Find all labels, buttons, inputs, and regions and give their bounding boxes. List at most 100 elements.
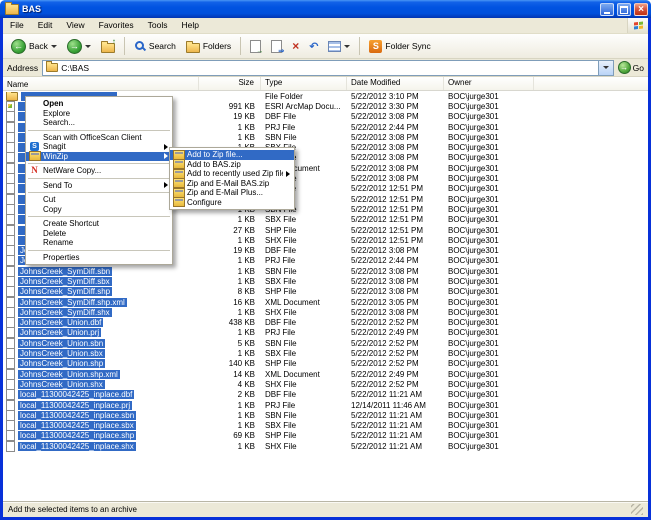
views-button[interactable] bbox=[324, 40, 354, 53]
menu-favorites[interactable]: Favorites bbox=[92, 18, 141, 33]
file-row[interactable]: JohnsCreek_Union.shx4 KBSHX File5/22/201… bbox=[3, 379, 648, 389]
close-button[interactable] bbox=[634, 3, 648, 16]
copy-to-button[interactable] bbox=[267, 39, 286, 54]
column-header-date[interactable]: Date Modified bbox=[347, 77, 444, 90]
back-button[interactable]: Back bbox=[7, 38, 61, 55]
menu-item-copy[interactable]: Copy bbox=[26, 205, 172, 215]
file-row[interactable]: local_11300042425_inplace.shp69 KBSHP Fi… bbox=[3, 431, 648, 441]
file-date: 5/22/2012 3:08 PM bbox=[347, 143, 444, 152]
file-row[interactable]: JohnsCreek_Union.shp140 KBSHP File5/22/2… bbox=[3, 359, 648, 369]
menu-item-configure[interactable]: Configure bbox=[170, 198, 294, 208]
menu-item-label: Search... bbox=[43, 118, 168, 127]
menu-help[interactable]: Help bbox=[174, 18, 205, 33]
column-header-size[interactable]: Size bbox=[199, 77, 261, 90]
file-type: SHX File bbox=[261, 308, 347, 317]
toolbar-separator bbox=[124, 37, 125, 55]
column-header-name[interactable]: Name bbox=[3, 77, 199, 90]
views-dropdown-icon[interactable] bbox=[344, 45, 350, 48]
menu-item-open[interactable]: Open bbox=[26, 99, 172, 109]
maximize-button[interactable] bbox=[617, 3, 631, 16]
file-row[interactable]: local_11300042425_inplace.prj1 KBPRJ Fil… bbox=[3, 400, 648, 410]
menu-item-send-to[interactable]: Send To bbox=[26, 181, 172, 191]
file-date: 5/22/2012 2:49 PM bbox=[347, 328, 444, 337]
address-dropdown-button[interactable] bbox=[598, 61, 613, 75]
folders-button[interactable]: Folders bbox=[182, 39, 235, 54]
resize-grip[interactable] bbox=[631, 504, 643, 515]
menu-item-scan-with-officescan-client[interactable]: Scan with OfficeScan Client bbox=[26, 133, 172, 143]
file-date: 5/22/2012 11:21 AM bbox=[347, 390, 444, 399]
file-type: SHP File bbox=[261, 226, 347, 235]
forward-dropdown-icon[interactable] bbox=[85, 45, 91, 48]
menu-item-rename[interactable]: Rename bbox=[26, 238, 172, 248]
address-folder-icon bbox=[46, 63, 58, 72]
file-row[interactable]: JohnsCreek_SymDiff.shp8 KBSHP File5/22/2… bbox=[3, 287, 648, 297]
minimize-button[interactable] bbox=[600, 3, 614, 16]
file-row[interactable]: JohnsCreek_SymDiff.sbx1 KBSBX File5/22/2… bbox=[3, 276, 648, 286]
undo-button[interactable]: ↶ bbox=[305, 40, 322, 53]
menu-item-explore[interactable]: Explore bbox=[26, 109, 172, 119]
file-type: SBN File bbox=[261, 411, 347, 420]
menu-view[interactable]: View bbox=[59, 18, 91, 33]
file-row[interactable]: JohnsCreek_Union.sbn5 KBSBN File5/22/201… bbox=[3, 338, 648, 348]
file-date: 5/22/2012 3:08 PM bbox=[347, 246, 444, 255]
file-size: 5 KB bbox=[199, 339, 261, 348]
file-owner: BOC\jurge301 bbox=[444, 246, 534, 255]
file-size: 19 KB bbox=[199, 246, 261, 255]
file-type: SHX File bbox=[261, 236, 347, 245]
menu-edit[interactable]: Edit bbox=[31, 18, 60, 33]
file-row[interactable]: JohnsCreek_Union.prj1 KBPRJ File5/22/201… bbox=[3, 328, 648, 338]
column-header-owner[interactable]: Owner bbox=[444, 77, 534, 90]
address-bar: Address C:\BAS Go bbox=[3, 59, 648, 77]
file-row[interactable]: JohnsCreek_SymDiff.sbn1 KBSBN File5/22/2… bbox=[3, 266, 648, 276]
menu-item-add-to-zip-file[interactable]: Add to Zip file... bbox=[170, 150, 294, 160]
up-button[interactable] bbox=[97, 39, 119, 54]
go-button[interactable]: Go bbox=[618, 61, 644, 74]
file-row[interactable]: local_11300042425_inplace.shx1 KBSHX Fil… bbox=[3, 441, 648, 451]
file-date: 5/22/2012 3:08 PM bbox=[347, 308, 444, 317]
file-name-label: JohnsCreek_SymDiff.shp.xml bbox=[18, 298, 127, 307]
menu-item-snagit[interactable]: Snagit bbox=[26, 142, 172, 152]
file-row[interactable]: JohnsCreek_Union.shp.xml14 KBXML Documen… bbox=[3, 369, 648, 379]
file-row[interactable]: JohnsCreek_SymDiff.shp.xml16 KBXML Docum… bbox=[3, 297, 648, 307]
file-type: SBX File bbox=[261, 215, 347, 224]
menu-item-label: Scan with OfficeScan Client bbox=[43, 133, 168, 142]
menu-item-cut[interactable]: Cut bbox=[26, 195, 172, 205]
folder-sync-button[interactable]: Folder Sync bbox=[365, 39, 434, 54]
menu-item-delete[interactable]: Delete bbox=[26, 229, 172, 239]
address-input[interactable]: C:\BAS bbox=[42, 60, 613, 76]
menu-item-zip-and-e-mail-bas-zip[interactable]: Zip and E-Mail BAS.zip bbox=[170, 179, 294, 189]
move-to-button[interactable] bbox=[246, 39, 265, 54]
menu-file[interactable]: File bbox=[3, 18, 31, 33]
menu-item-winzip[interactable]: WinZip bbox=[26, 152, 172, 162]
column-header-type[interactable]: Type bbox=[261, 77, 347, 90]
delete-button[interactable]: × bbox=[288, 39, 303, 53]
back-dropdown-icon[interactable] bbox=[51, 45, 57, 48]
file-row[interactable]: local_11300042425_inplace.dbf2 KBDBF Fil… bbox=[3, 390, 648, 400]
menu-item-add-to-recently-used-zip-file[interactable]: Add to recently used Zip file bbox=[170, 169, 294, 179]
file-row[interactable]: JohnsCreek_Union.dbf438 KBDBF File5/22/2… bbox=[3, 318, 648, 328]
file-date: 5/22/2012 12:51 PM bbox=[347, 236, 444, 245]
winzip-icon-slot bbox=[170, 178, 187, 188]
snagit-icon-slot bbox=[26, 142, 43, 151]
menu-item-properties[interactable]: Properties bbox=[26, 253, 172, 263]
file-row[interactable]: JohnsCreek_SymDiff.shx1 KBSHX File5/22/2… bbox=[3, 307, 648, 317]
file-size: 140 KB bbox=[199, 359, 261, 368]
menu-item-create-shortcut[interactable]: Create Shortcut bbox=[26, 219, 172, 229]
menu-item-zip-and-e-mail-plus[interactable]: Zip and E-Mail Plus... bbox=[170, 188, 294, 198]
forward-button[interactable] bbox=[63, 38, 95, 55]
menu-tools[interactable]: Tools bbox=[141, 18, 175, 33]
menu-item-search[interactable]: Search... bbox=[26, 118, 172, 128]
file-owner: BOC\jurge301 bbox=[444, 390, 534, 399]
menu-item-netware-copy[interactable]: NetWare Copy... bbox=[26, 166, 172, 176]
file-row[interactable]: JohnsCreek_Union.sbx1 KBSBX File5/22/201… bbox=[3, 348, 648, 358]
search-button[interactable]: Search bbox=[130, 39, 180, 53]
winzip-icon-slot bbox=[170, 169, 187, 179]
menu-item-add-to-bas-zip[interactable]: Add to BAS.zip bbox=[170, 160, 294, 170]
file-owner: BOC\jurge301 bbox=[444, 267, 534, 276]
file-row[interactable]: local_11300042425_inplace.sbn1 KBSBN Fil… bbox=[3, 410, 648, 420]
file-date: 5/22/2012 3:08 PM bbox=[347, 267, 444, 276]
file-row[interactable]: local_11300042425_inplace.sbx1 KBSBX Fil… bbox=[3, 421, 648, 431]
file-date: 5/22/2012 2:52 PM bbox=[347, 380, 444, 389]
file-date: 5/22/2012 11:21 AM bbox=[347, 411, 444, 420]
file-type: PRJ File bbox=[261, 123, 347, 132]
